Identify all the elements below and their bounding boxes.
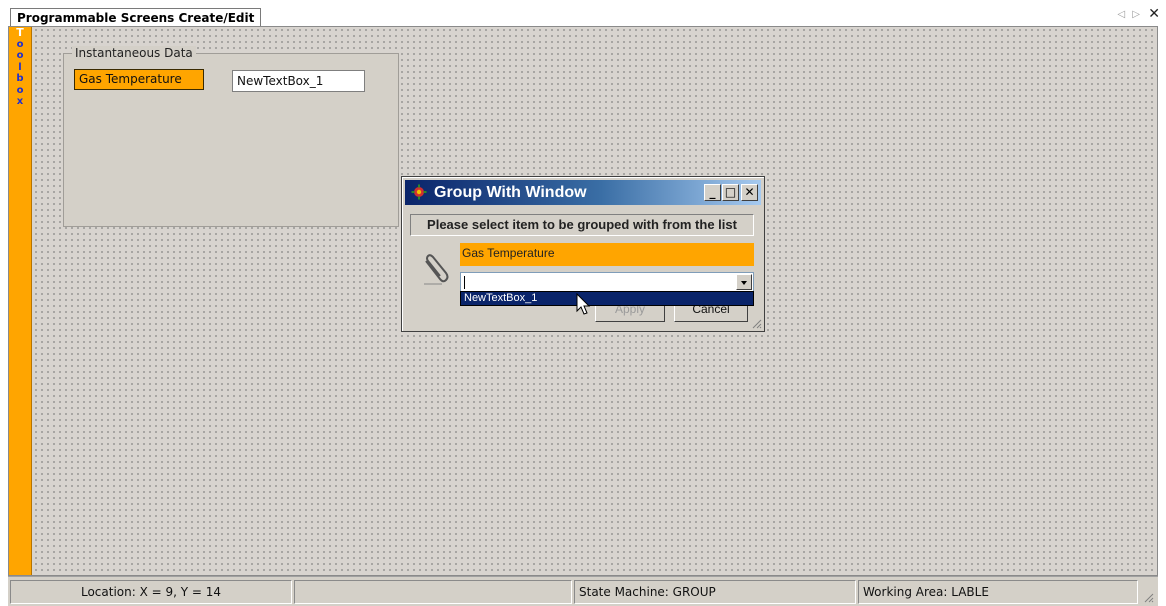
status-working-area: Working Area: LABLE [858,580,1138,604]
toolbox-letter: o [16,38,24,50]
minimize-button[interactable]: _ [704,184,721,201]
resize-grip-icon[interactable] [750,317,762,329]
status-bar: Location: X = 9, Y = 14 State Machine: G… [8,576,1158,606]
tab-programmable-screens[interactable]: Programmable Screens Create/Edit [10,8,262,28]
chevron-down-icon[interactable] [736,274,752,290]
selected-item-label: Gas Temperature [460,243,754,266]
tab-strip: Programmable Screens Create/Edit ◁ ▷ ✕ [0,0,1166,28]
status-resize-grip-icon[interactable] [1142,591,1154,603]
status-state-machine: State Machine: GROUP [574,580,856,604]
toolbox-letter: x [16,96,24,107]
toolbox-letter: l [18,61,22,73]
mouse-pointer-icon [576,293,591,315]
dropdown-option[interactable]: NewTextBox_1 [460,291,754,306]
status-location: Location: X = 9, Y = 14 [10,580,292,604]
toolbox-letter: o [16,50,24,61]
tab-scroll-arrows-icon[interactable]: ◁ ▷ [1117,9,1142,20]
status-blank [294,580,572,604]
toolbox-letter: o [16,84,24,96]
dialog-titlebar[interactable]: Group With Window _ □ ✕ [405,180,761,205]
app-gear-icon [411,184,427,200]
dialog-title: Group With Window [434,184,587,201]
maximize-button[interactable]: □ [722,184,739,201]
dialog-prompt: Please select item to be grouped with fr… [410,214,754,236]
group-item-combobox[interactable] [460,272,754,292]
new-textbox-1[interactable]: NewTextBox_1 [232,70,365,92]
instantaneous-data-groupbox[interactable]: Instantaneous Data Gas Temperature NewTe… [63,46,399,227]
toolbox-letter: T [16,26,24,39]
text-caret [464,276,465,289]
toolbox-letter: b [16,73,24,84]
groupbox-legend: Instantaneous Data [72,46,196,60]
toolbox-panel[interactable]: T o o l b o x [9,27,32,575]
close-button[interactable]: ✕ [741,184,758,201]
paperclip-icon [424,254,449,285]
gas-temperature-label[interactable]: Gas Temperature [74,69,204,90]
tab-close-icon[interactable]: ✕ [1148,6,1160,22]
